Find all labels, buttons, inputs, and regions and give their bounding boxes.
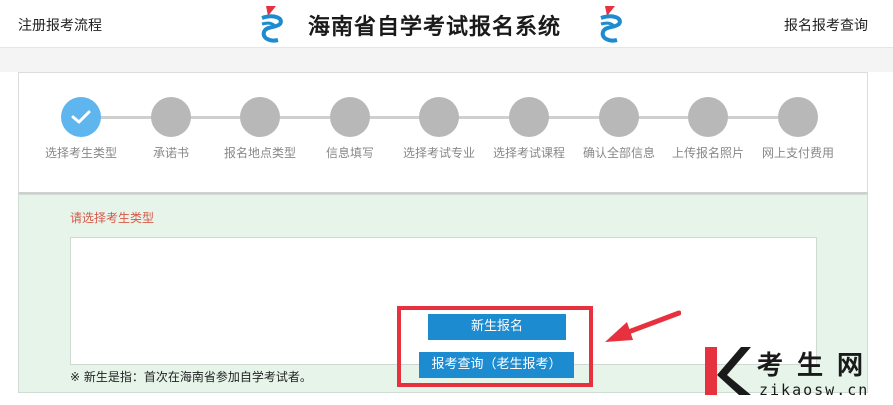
watermark-chinese: 考生网 [757, 351, 878, 381]
step-dot [330, 97, 370, 137]
select-type-hint: 请选择考生类型 [70, 211, 155, 225]
pointer-arrow-icon [605, 310, 681, 342]
watermark: 考生网 zikaosw.cn [703, 345, 888, 403]
step-dot [419, 97, 459, 137]
step-7: 确认全部信息 [574, 97, 664, 161]
page-title: 海南省自学考试报名系统 [308, 14, 562, 40]
new-student-note: ※ 新生是指：首次在海南省参加自学考试者。 [70, 370, 312, 384]
step-dot [688, 97, 728, 137]
step-label: 选择考生类型 [44, 146, 117, 160]
registration-query-link[interactable]: 报名报考查询 [784, 15, 868, 35]
step-4: 信息填写 [305, 97, 395, 161]
ribbon-logo-icon [261, 6, 283, 43]
step-dot [151, 97, 191, 137]
step-dot [778, 97, 818, 137]
step-dot-active [61, 97, 101, 137]
ribbon-logo-icon [600, 6, 622, 43]
step-label: 网上支付费用 [761, 146, 834, 160]
new-registration-button[interactable]: 新生报名 [428, 314, 566, 340]
progress-steps: 选择考生类型 承诺书 报名地点类型 信息填写 选择考试专业 选择考试课程 确认全… [18, 72, 868, 194]
step-label: 选择考试课程 [492, 146, 565, 160]
step-label: 确认全部信息 [582, 146, 655, 160]
check-icon [71, 110, 91, 124]
step-5: 选择考试专业 [394, 97, 484, 161]
step-dot [599, 97, 639, 137]
step-label: 报名地点类型 [223, 146, 296, 160]
step-3: 报名地点类型 [215, 97, 305, 161]
step-8: 上传报名照片 [663, 97, 753, 161]
step-6: 选择考试课程 [484, 97, 574, 161]
step-label: 选择考试专业 [402, 146, 475, 160]
step-dot [240, 97, 280, 137]
step-9: 网上支付费用 [753, 97, 843, 161]
step-label: 承诺书 [152, 146, 189, 160]
header: 注册报考流程 海南省自学考试报名系统 报名报考查询 [0, 0, 893, 48]
step-label: 上传报名照片 [671, 146, 744, 160]
step-label: 信息填写 [325, 146, 374, 160]
watermark-english: zikaosw.cn [759, 381, 870, 399]
register-process-link[interactable]: 注册报考流程 [18, 15, 102, 35]
step-dot [509, 97, 549, 137]
header-spacer [0, 48, 893, 72]
step-2: 承诺书 [126, 97, 216, 161]
returning-registration-query-button[interactable]: 报考查询（老生报考） [419, 352, 574, 378]
k-logo-icon [705, 347, 751, 395]
step-1: 选择考生类型 [36, 97, 126, 161]
